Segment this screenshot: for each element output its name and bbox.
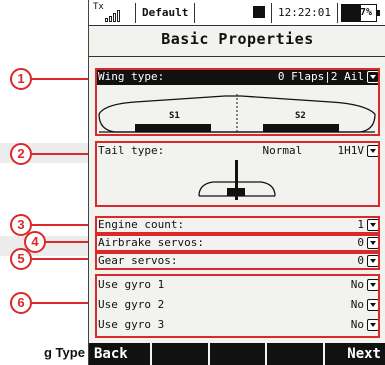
model-name[interactable]: Default [135, 3, 196, 23]
battery-icon: 57% [341, 4, 380, 22]
status-indicator-icon [253, 6, 265, 18]
background-caption: g Type [44, 345, 85, 360]
softkey-2[interactable] [152, 343, 210, 365]
highlight-airbrake-servos [95, 234, 380, 252]
transmitter-indicator: Tx [93, 2, 129, 24]
callout-6: 6 [10, 292, 32, 314]
softkey-bar: Back Next [89, 343, 385, 365]
softkey-4[interactable] [267, 343, 326, 365]
callout-3-leader [32, 224, 94, 226]
status-bar: Tx Default 12:22:01 57% [89, 0, 385, 26]
highlight-gyros [95, 274, 380, 338]
title-divider [89, 56, 385, 57]
back-button[interactable]: Back [89, 343, 152, 365]
callout-5: 5 [10, 248, 32, 270]
callout-1: 1 [10, 68, 32, 90]
callout-6-leader [32, 302, 94, 304]
callout-5-leader [32, 258, 94, 260]
next-button[interactable]: Next [325, 343, 385, 365]
page-title: Basic Properties [161, 30, 314, 48]
clock: 12:22:01 [271, 3, 338, 23]
device-screen: Tx Default 12:22:01 57% Basic Properties… [88, 0, 385, 365]
callout-2-leader [32, 153, 94, 155]
callout-2: 2 [10, 143, 32, 165]
callout-4-leader [46, 241, 94, 243]
signal-strength-icon [105, 10, 120, 22]
battery-percent: 57% [353, 7, 372, 18]
callout-1-leader [32, 78, 94, 80]
highlight-gear-servos [95, 252, 380, 270]
highlight-wing-section [95, 68, 380, 136]
battery-tip [377, 10, 380, 16]
tx-label: Tx [93, 2, 104, 12]
highlight-tail-section [95, 141, 380, 207]
softkey-3[interactable] [210, 343, 268, 365]
highlight-engine-count [95, 216, 380, 234]
